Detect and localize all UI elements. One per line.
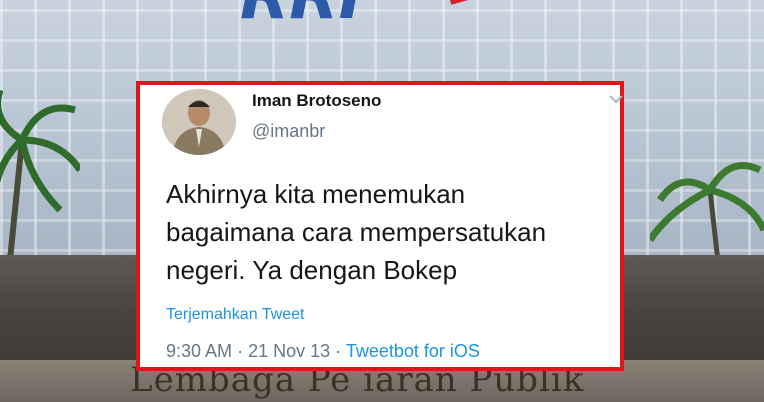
tweet-card[interactable]: Iman Brotoseno @imanbr Akhirnya kita men… bbox=[136, 81, 624, 371]
tweet-text-line-3: negeri. Ya dengan Bokep bbox=[166, 255, 458, 285]
chevron-down-icon[interactable] bbox=[608, 93, 624, 105]
avatar-image bbox=[162, 89, 236, 155]
tweet-text-line-2: bagaimana cara mempersatukan bbox=[166, 217, 547, 247]
separator: · bbox=[335, 341, 342, 361]
tweet-time[interactable]: 9:30 AM bbox=[166, 341, 232, 361]
tweet-text: Akhirnya kita menemukan bagaimana cara m… bbox=[166, 175, 616, 289]
avatar[interactable] bbox=[162, 89, 236, 155]
tweet-date[interactable]: 21 Nov 13 bbox=[248, 341, 330, 361]
rri-logo-sign: RRI bbox=[240, 0, 469, 34]
tweet-text-line-1: Akhirnya kita menemukan bbox=[166, 179, 466, 209]
tweet-metadata: 9:30 AM · 21 Nov 13 · Tweetbot for iOS bbox=[166, 341, 480, 362]
separator: · bbox=[237, 341, 244, 361]
translate-tweet-link[interactable]: Terjemahkan Tweet bbox=[166, 306, 304, 324]
tweet-source-link[interactable]: Tweetbot for iOS bbox=[346, 341, 480, 361]
palm-tree-left bbox=[0, 90, 80, 260]
user-handle[interactable]: @imanbr bbox=[252, 121, 325, 142]
display-name[interactable]: Iman Brotoseno bbox=[252, 91, 381, 111]
rri-logo-text: RRI bbox=[240, 0, 362, 34]
